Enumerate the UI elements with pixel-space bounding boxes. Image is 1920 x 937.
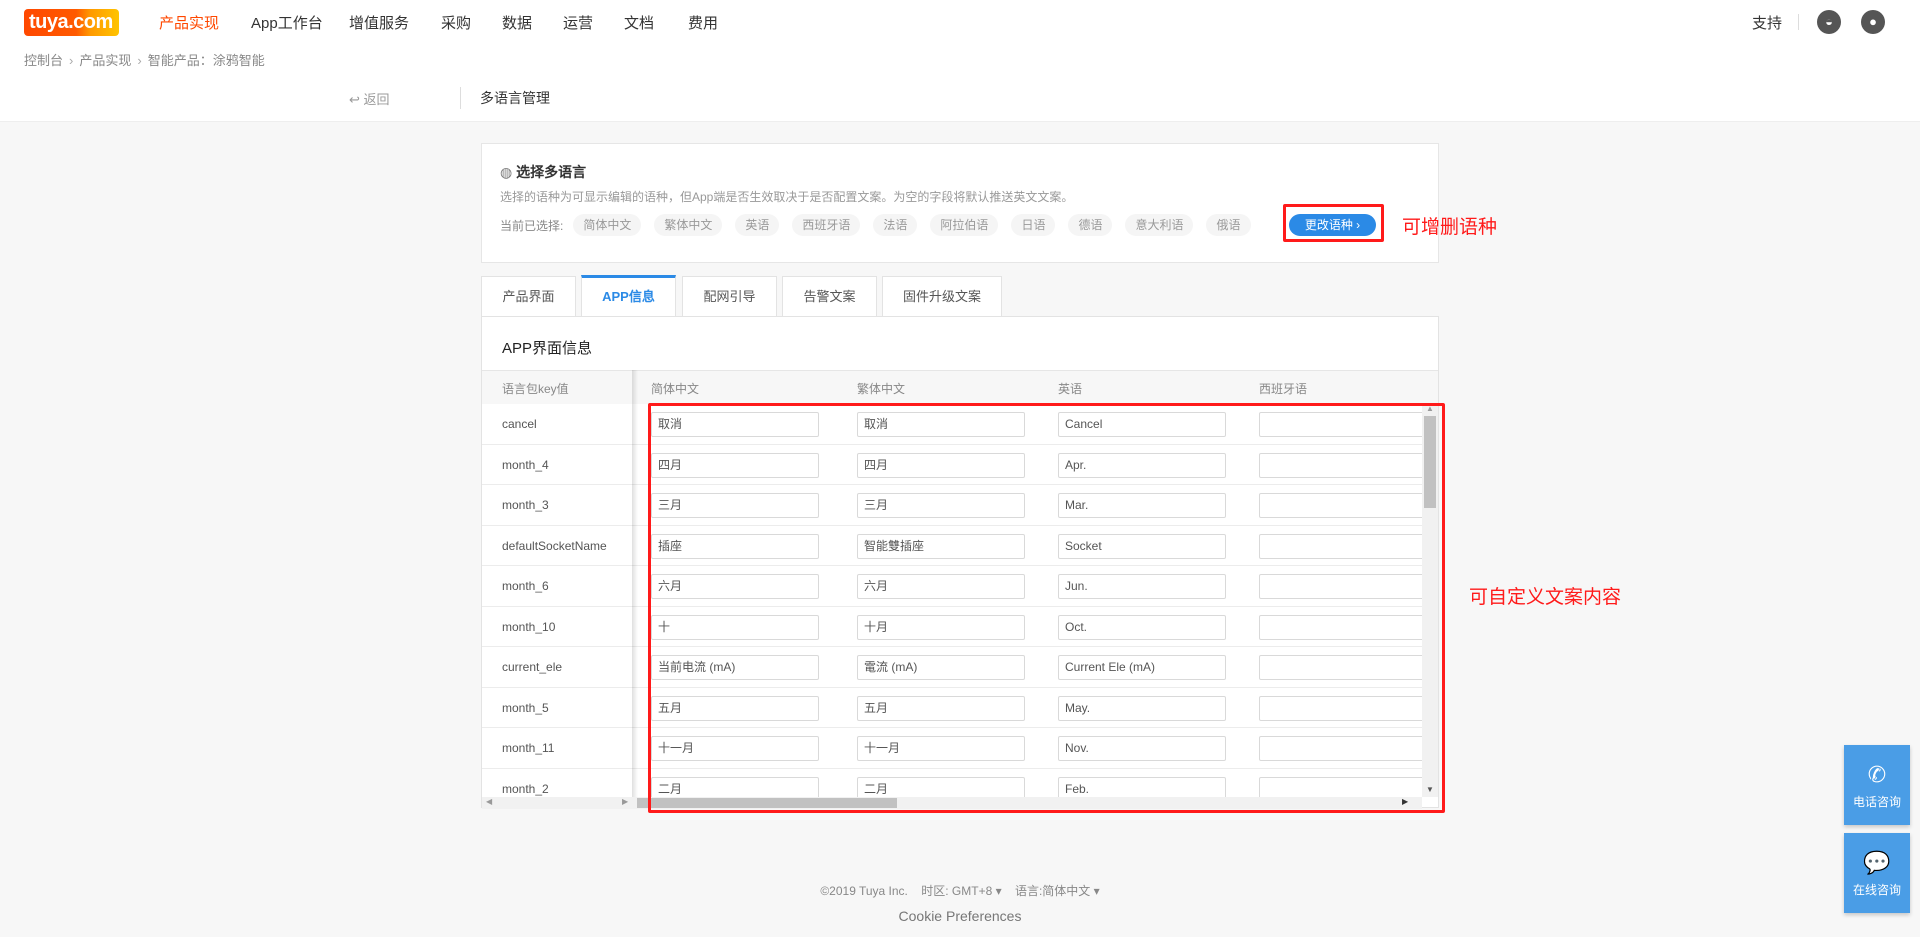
tab-network-guide[interactable]: 配网引导 <box>682 276 777 316</box>
top-header: tuya.com 产品实现 App工作台 增值服务 采购 数据 运营 文档 费用… <box>0 0 1920 73</box>
breadcrumb-current: 智能产品：涂鸦智能 <box>147 53 265 68</box>
language-chip: 日语 <box>1011 214 1056 236</box>
key-cell: defaultSocketName <box>482 525 632 565</box>
nav-fees[interactable]: 费用 <box>688 12 718 33</box>
caret-down-icon: ▾ <box>1090 884 1100 898</box>
key-cell: month_4 <box>482 444 632 484</box>
nav-value-added[interactable]: 增值服务 <box>349 12 409 33</box>
breadcrumb-console[interactable]: 控制台 <box>24 53 63 68</box>
support-link[interactable]: 支持 <box>1752 12 1782 33</box>
key-cell: month_5 <box>482 687 632 727</box>
online-consult-label: 在线咨询 <box>1852 883 1901 897</box>
language-chip: 简体中文 <box>573 214 642 236</box>
breadcrumb-product[interactable]: 产品实现 <box>79 53 131 68</box>
scroll-left-icon[interactable]: ◀ <box>486 797 492 806</box>
back-arrow-icon: ↩ <box>349 92 364 107</box>
annotation-content-note: 可自定义文案内容 <box>1469 587 1622 608</box>
cookie-preferences-link[interactable]: Cookie Preferences <box>0 908 1920 924</box>
language-chip: 繁体中文 <box>654 214 723 236</box>
back-button[interactable]: ↩ 返回 <box>349 89 390 108</box>
column-header: 西班牙语 <box>1259 382 1308 396</box>
planet-icon[interactable]: ◒ <box>1817 10 1841 34</box>
nav-purchase[interactable]: 采购 <box>441 12 471 33</box>
tab-alert-text[interactable]: 告警文案 <box>782 276 877 316</box>
timezone-select[interactable]: 时区: GMT+8 ▾ <box>921 884 1001 898</box>
frozen-column-shadow <box>632 370 638 797</box>
back-label: 返回 <box>363 92 390 107</box>
nav-product[interactable]: 产品实现 <box>159 12 219 33</box>
divider <box>1798 14 1799 30</box>
selected-languages: 当前已选择: 简体中文 繁体中文 英语 西班牙语 法语 阿拉伯语 日语 德语 意… <box>500 214 1264 236</box>
scroll-right-icon[interactable]: ▶ <box>622 797 628 806</box>
chat-icon: 💬 <box>1863 850 1891 875</box>
language-chip: 英语 <box>735 214 780 236</box>
tab-app-info[interactable]: APP信息 <box>581 275 676 316</box>
table-header: 语言包key值 简体中文 繁体中文 英语 西班牙语 <box>482 370 1438 404</box>
phone-icon: ✆ <box>1867 762 1887 787</box>
column-header: 英语 <box>1058 382 1083 396</box>
online-consult-button[interactable]: 💬 在线咨询 <box>1844 833 1910 913</box>
annotation-change-note: 可增删语种 <box>1402 217 1498 238</box>
language-chip: 意大利语 <box>1125 214 1194 236</box>
user-avatar-icon[interactable]: ● <box>1861 10 1885 34</box>
annotation-box <box>1283 204 1384 242</box>
tuya-logo[interactable]: tuya.com <box>24 9 119 36</box>
nav-data[interactable]: 数据 <box>502 12 532 33</box>
tab-product-ui[interactable]: 产品界面 <box>481 276 576 316</box>
tab-firmware-text[interactable]: 固件升级文案 <box>882 276 1002 316</box>
sub-header: ↩ 返回 多语言管理 <box>0 73 1920 122</box>
key-cell: month_10 <box>482 606 632 646</box>
language-chip: 阿拉伯语 <box>930 214 999 236</box>
card-description: 选择的语种为可显示编辑的语种，但App端是否生效取决于是否配置文案。为空的字段将… <box>500 190 1074 204</box>
chevron-right-icon: › <box>69 53 74 68</box>
globe-icon: ◍ <box>500 164 517 180</box>
phone-consult-button[interactable]: ✆ 电话咨询 <box>1844 745 1910 825</box>
phone-consult-label: 电话咨询 <box>1852 795 1901 809</box>
timezone-label: 时区: GMT+8 <box>921 884 993 898</box>
chevron-right-icon: › <box>137 53 142 68</box>
language-chip: 西班牙语 <box>792 214 861 236</box>
nav-operation[interactable]: 运营 <box>563 12 593 33</box>
divider <box>460 87 461 109</box>
language-label: 语言:简体中文 <box>1014 884 1091 898</box>
language-select[interactable]: 语言:简体中文 ▾ <box>1015 884 1100 898</box>
key-cell: month_3 <box>482 485 632 525</box>
key-cell: cancel <box>482 404 632 444</box>
annotation-box <box>648 403 1445 813</box>
card-title-text: 选择多语言 <box>516 164 587 180</box>
language-select-card: ◍ 选择多语言 选择的语种为可显示编辑的语种，但App端是否生效取决于是否配置文… <box>481 143 1439 263</box>
breadcrumb: 控制台 › 产品实现 › 智能产品：涂鸦智能 <box>24 50 265 69</box>
key-cell: current_ele <box>482 647 632 687</box>
column-header-key: 语言包key值 <box>502 382 569 396</box>
copyright: ©2019 Tuya Inc. <box>820 884 908 898</box>
language-chip: 德语 <box>1068 214 1113 236</box>
key-cell: month_2 <box>482 768 632 797</box>
footer: ©2019 Tuya Inc. 时区: GMT+8 ▾ 语言:简体中文 ▾ <box>0 882 1920 899</box>
key-cell: month_6 <box>482 566 632 606</box>
nav-app-workbench[interactable]: App工作台 <box>251 12 323 33</box>
page-title: 多语言管理 <box>480 90 550 106</box>
language-chip: 法语 <box>873 214 918 236</box>
key-cell: month_11 <box>482 728 632 768</box>
language-chip: 俄语 <box>1206 214 1251 236</box>
card-title: ◍ 选择多语言 <box>500 162 586 182</box>
nav-docs[interactable]: 文档 <box>624 12 654 33</box>
selected-label: 当前已选择: <box>500 218 564 233</box>
column-header: 简体中文 <box>651 382 700 396</box>
column-header: 繁体中文 <box>857 382 906 396</box>
caret-down-icon: ▾ <box>992 884 1002 898</box>
panel-title: APP界面信息 <box>502 340 593 357</box>
